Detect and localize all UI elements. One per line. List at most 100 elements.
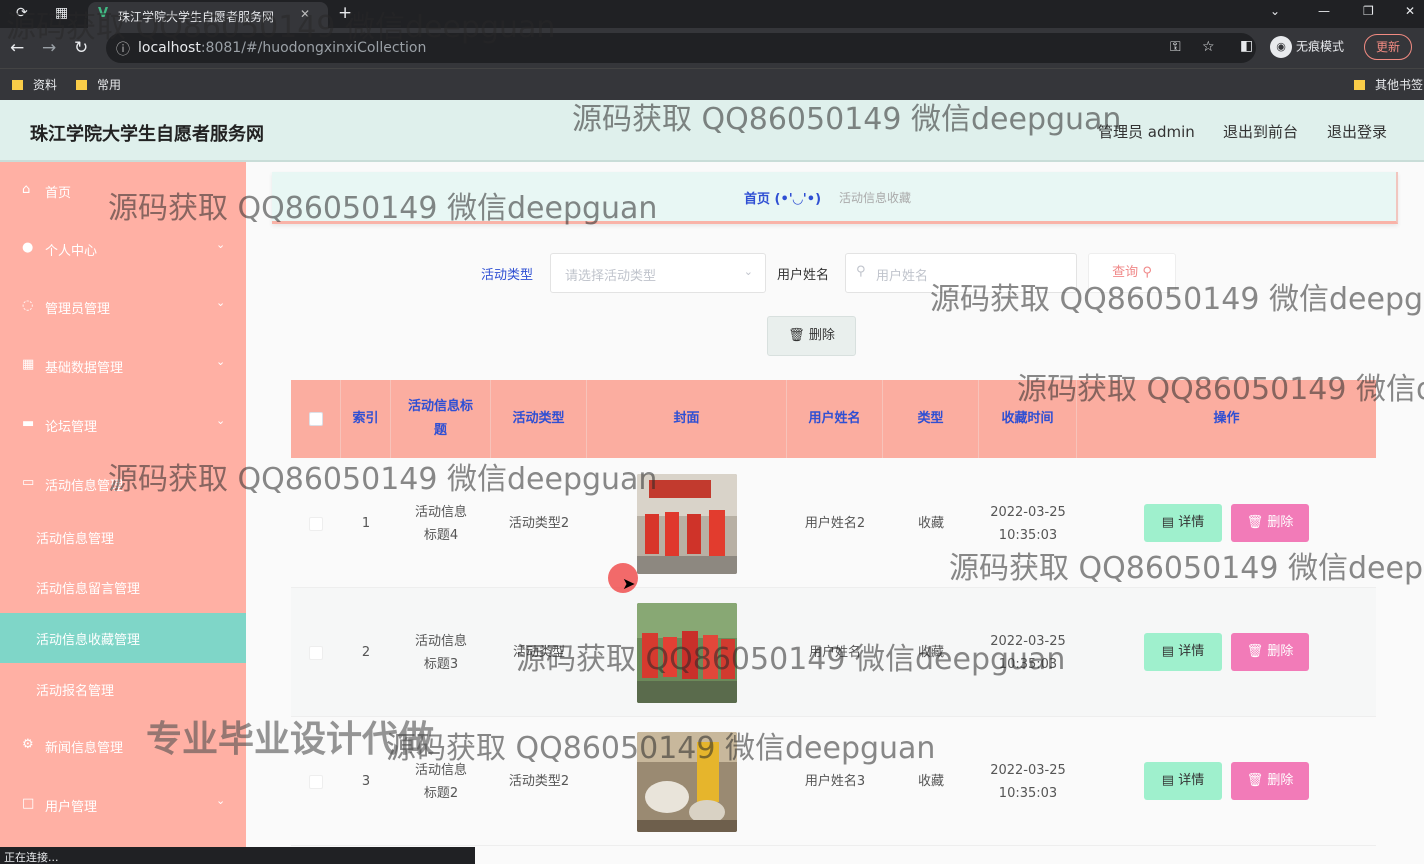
restore-icon[interactable]: ❐	[1363, 4, 1374, 18]
col-ops: 操作	[1213, 411, 1240, 426]
monitor-icon: ▬	[22, 416, 35, 431]
incognito-indicator[interactable]: ◉ 无痕模式	[1270, 36, 1344, 58]
close-tab-icon[interactable]: ✕	[300, 7, 310, 21]
detail-button[interactable]: ▤ 详情	[1144, 633, 1222, 671]
select-all-cell	[291, 380, 341, 458]
forward-icon[interactable]: →	[42, 38, 56, 58]
site-title: 珠江学院大学生自愿者服务网	[30, 124, 264, 145]
batch-delete-button[interactable]: 🗑 删除	[767, 316, 856, 356]
cover-image[interactable]	[637, 473, 737, 574]
tab-search-icon[interactable]: ▦	[55, 5, 68, 21]
reload-icon[interactable]: ↻	[74, 38, 88, 58]
detail-button[interactable]: ▤ 详情	[1144, 762, 1222, 800]
row-index: 2	[361, 645, 371, 660]
sidebar-item-activity[interactable]: ▭ 活动信息管理	[0, 455, 246, 513]
document-icon: ▤	[1161, 773, 1175, 788]
activity-type-label: 活动类型	[481, 268, 534, 283]
col-cover[interactable]: 封面	[587, 380, 787, 458]
browser-status-bar: 正在连接...	[0, 847, 475, 864]
breadcrumb-current: 活动信息收藏	[839, 191, 912, 205]
close-window-icon[interactable]: ✕	[1405, 4, 1415, 18]
table-row: 3 活动信息标题2 活动类型2 用户姓名3 收藏 2022-03-25 10:3…	[291, 717, 1376, 846]
folder-icon	[1354, 80, 1365, 90]
query-button[interactable]: 查询 ⚲	[1088, 253, 1176, 293]
vue-icon: V	[98, 6, 109, 21]
col-index[interactable]: 索引	[341, 380, 391, 458]
row-title: 活动信息标题3	[414, 633, 467, 672]
site-info-icon[interactable]: ⓘ	[116, 39, 130, 59]
back-icon[interactable]: ←	[10, 38, 24, 58]
chevron-down-icon: ⌄	[216, 355, 226, 368]
minimize-icon[interactable]: —	[1318, 4, 1330, 18]
sidebar-item-admin[interactable]: ◌ 管理员管理 ⌄	[0, 278, 246, 336]
sidebar-sub-activity-collection[interactable]: 活动信息收藏管理	[0, 613, 246, 663]
chevron-down-icon: ⌄	[216, 794, 226, 807]
breadcrumb-home[interactable]: 首页 (•'◡'•)	[744, 188, 821, 207]
grid-icon: ▦	[22, 357, 35, 372]
row-checkbox[interactable]	[309, 645, 323, 660]
logout-link[interactable]: 退出登录	[1327, 121, 1387, 142]
row-checkbox[interactable]	[309, 774, 323, 789]
row-kind: 收藏	[917, 645, 944, 660]
new-tab-icon[interactable]: +	[338, 3, 352, 23]
bookmark-folder-changyong[interactable]: 常用	[76, 76, 121, 93]
sidebar-item-personal[interactable]: ● 个人中心 ⌄	[0, 220, 246, 278]
row-user: 用户姓名2	[804, 516, 866, 531]
chevron-down-icon: ⌄	[743, 265, 753, 278]
exit-to-front-link[interactable]: 退出到前台	[1223, 121, 1298, 142]
breadcrumb: 首页 (•'◡'•) 活动信息收藏	[272, 172, 1398, 224]
user-icon: ●	[22, 240, 34, 255]
admin-user-label: 管理员 admin	[1098, 123, 1195, 141]
side-panel-icon[interactable]: ◧	[1240, 38, 1253, 54]
bookmark-folder-ziliao[interactable]: 资料	[12, 76, 57, 93]
row-time: 2022-03-25 10:35:03	[990, 504, 1066, 543]
url-bar[interactable]: ⓘ localhost:8081/#/huodongxinxiCollectio…	[106, 33, 1256, 63]
activity-type-select[interactable]: 请选择活动类型 ⌄	[550, 253, 766, 293]
search-icon: ⚲	[856, 264, 866, 279]
select-all-checkbox[interactable]	[308, 412, 323, 426]
url-text: localhost:8081/#/huodongxinxiCollection	[138, 40, 427, 56]
user-name-input[interactable]: ⚲ 用户姓名	[845, 253, 1077, 293]
browser-tab[interactable]: V 珠江学院大学生自愿者服务网 ✕	[88, 2, 328, 28]
detail-button[interactable]: ▤ 详情	[1144, 504, 1222, 542]
row-user: 用户姓名	[808, 645, 861, 660]
bookmarks-bar: 资料 常用 其他书签	[0, 68, 1424, 100]
sidebar-sub-activity-info[interactable]: 活动信息管理	[0, 512, 246, 562]
app-header: 珠江学院大学生自愿者服务网 管理员 admin 退出到前台 退出登录	[0, 100, 1424, 162]
cover-image[interactable]	[637, 731, 737, 832]
row-time: 2022-03-25 10:35:03	[990, 633, 1066, 672]
delete-button[interactable]: 🗑 删除	[1231, 633, 1309, 671]
sidebar-sub-activity-comments[interactable]: 活动信息留言管理	[0, 562, 246, 612]
delete-button[interactable]: 🗑 删除	[1231, 762, 1309, 800]
key-icon[interactable]: ⚿	[1170, 39, 1181, 55]
incognito-icon: ◉	[1270, 36, 1292, 58]
power-icon: ◌	[22, 298, 34, 313]
col-time[interactable]: 收藏时间	[979, 380, 1077, 458]
chrome-menu-icon[interactable]: ⟳	[16, 5, 28, 21]
row-type: 活动类型2	[508, 774, 570, 789]
chevron-down-icon: ⌄	[216, 414, 226, 427]
sidebar-item-users[interactable]: □ 用户管理 ⌄	[0, 776, 246, 834]
row-checkbox[interactable]	[309, 516, 323, 531]
cover-image[interactable]	[637, 602, 737, 703]
bookmark-folder-other[interactable]: 其他书签	[1354, 76, 1423, 93]
tab-list-icon[interactable]: ⌄	[1270, 4, 1280, 18]
square-icon: □	[22, 796, 35, 811]
trash-icon: 🗑	[788, 328, 805, 343]
table-row: 2 活动信息标题3 活动类型 用户姓名 收藏 2022-03-25 10:35:…	[291, 588, 1376, 717]
sidebar-item-base-data[interactable]: ▦ 基础数据管理 ⌄	[0, 337, 246, 395]
message-icon: ▭	[22, 475, 35, 490]
delete-button[interactable]: 🗑 删除	[1231, 504, 1309, 542]
home-icon: ⌂	[22, 182, 31, 197]
col-title[interactable]: 活动信息标题	[391, 380, 491, 458]
star-icon[interactable]: ☆	[1202, 39, 1215, 55]
sidebar-item-home[interactable]: ⌂ 首页	[0, 162, 246, 220]
document-icon: ▤	[1161, 644, 1175, 659]
col-type[interactable]: 活动类型	[491, 380, 587, 458]
sidebar-sub-activity-signup[interactable]: 活动报名管理	[0, 664, 246, 714]
sidebar-item-forum[interactable]: ▬ 论坛管理 ⌄	[0, 396, 246, 454]
update-button[interactable]: 更新	[1364, 34, 1412, 60]
col-user[interactable]: 用户姓名	[787, 380, 883, 458]
col-kind[interactable]: 类型	[883, 380, 979, 458]
row-type: 活动类型2	[508, 516, 570, 531]
